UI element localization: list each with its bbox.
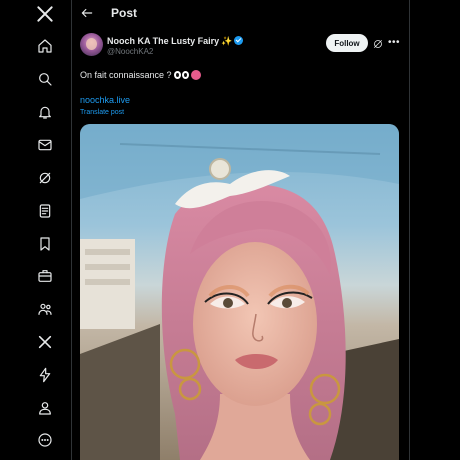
author-handle[interactable]: @NoochKA2 xyxy=(107,47,153,56)
left-divider xyxy=(71,0,72,460)
bookmarks-icon[interactable] xyxy=(31,230,59,258)
post-link[interactable]: noochka.live xyxy=(80,95,130,105)
jobs-icon[interactable] xyxy=(31,262,59,290)
author-display-name[interactable]: Nooch KA The Lusty Fairy xyxy=(107,36,219,46)
post-text: On fait connaissance ? xyxy=(80,68,201,80)
verified-orgs-icon[interactable] xyxy=(31,361,59,389)
lists-icon[interactable] xyxy=(31,197,59,225)
author-name[interactable]: Nooch KA The Lusty Fairy ✨ xyxy=(107,35,244,47)
communities-icon[interactable] xyxy=(31,295,59,323)
notifications-icon[interactable] xyxy=(31,98,59,126)
back-arrow-icon[interactable] xyxy=(80,6,96,22)
sparkles-icon: ✨ xyxy=(221,36,233,46)
post-text-content: On fait connaissance ? xyxy=(80,70,172,80)
premium-icon[interactable] xyxy=(31,328,59,356)
eyes-emoji-icon xyxy=(173,71,190,79)
translate-post-link[interactable]: Translate post xyxy=(80,109,124,116)
verified-badge-icon[interactable] xyxy=(234,36,244,45)
post-image-art xyxy=(80,124,399,460)
messages-icon[interactable] xyxy=(31,131,59,159)
x-logo-icon[interactable] xyxy=(31,0,59,28)
avatar[interactable] xyxy=(80,33,103,56)
grok-explain-icon[interactable] xyxy=(372,37,384,49)
follow-button[interactable]: Follow xyxy=(326,34,368,52)
profile-icon[interactable] xyxy=(31,394,59,422)
grok-icon[interactable] xyxy=(31,164,59,192)
post-image[interactable] xyxy=(80,124,399,460)
more-icon[interactable] xyxy=(31,426,59,454)
page-title: Post xyxy=(111,6,138,20)
sidebar-nav xyxy=(0,0,72,460)
search-icon[interactable] xyxy=(31,65,59,93)
post-more-icon[interactable]: ••• xyxy=(388,38,400,48)
home-icon[interactable] xyxy=(31,32,59,60)
right-divider xyxy=(409,0,410,460)
face-emoji-icon xyxy=(190,70,201,80)
page-header: Post xyxy=(72,0,409,28)
